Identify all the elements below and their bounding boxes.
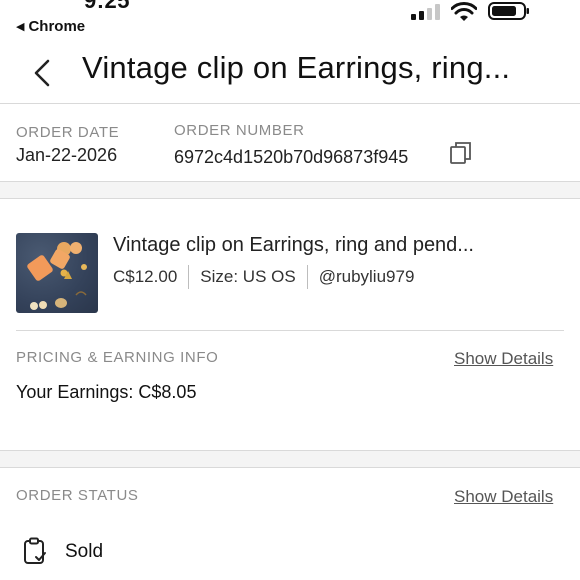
back-to-app-link[interactable]: ◀ Chrome — [16, 18, 85, 35]
back-triangle-icon: ◀ — [16, 21, 25, 33]
status-show-details-link[interactable]: Show Details — [454, 487, 553, 507]
clipboard-check-icon — [24, 537, 46, 564]
order-number-label: ORDER NUMBER — [174, 122, 305, 139]
cellular-signal-icon — [411, 4, 440, 20]
jewelry-photo-image — [27, 242, 87, 310]
divider — [0, 103, 580, 104]
divider — [0, 467, 580, 468]
status-time: 9:25 — [84, 0, 131, 13]
pricing-show-details-link[interactable]: Show Details — [454, 349, 553, 369]
battery-icon — [488, 2, 529, 20]
seller-username[interactable]: @rubyliu979 — [319, 267, 415, 287]
item-thumbnail[interactable] — [16, 233, 98, 313]
back-app-label: Chrome — [28, 18, 86, 35]
page-title: Vintage clip on Earrings, ring... — [82, 50, 511, 85]
order-status-label: ORDER STATUS — [16, 487, 139, 504]
pricing-label: PRICING & EARNING INFO — [16, 349, 219, 366]
divider — [0, 198, 580, 199]
order-status-value: Sold — [65, 541, 104, 562]
item-title[interactable]: Vintage clip on Earrings, ring and pend.… — [113, 234, 474, 257]
meta-separator — [188, 265, 190, 289]
divider — [16, 330, 564, 331]
earnings-value: Your Earnings: C$8.05 — [16, 382, 197, 402]
copy-icon[interactable] — [449, 141, 473, 165]
back-chevron-icon[interactable] — [30, 58, 58, 88]
item-price: C$12.00 — [113, 267, 178, 286]
item-size: Size: US OS — [200, 267, 296, 286]
order-number-value: 6972c4d1520b70d96873f945 — [174, 147, 409, 167]
order-date-value: Jan-22-2026 — [16, 145, 118, 165]
meta-separator — [306, 265, 308, 289]
item-meta: C$12.00 Size: US OS @rubyliu979 — [113, 265, 414, 289]
order-date-label: ORDER DATE — [16, 124, 120, 141]
section-spacer — [0, 451, 580, 467]
wifi-icon — [451, 2, 477, 21]
section-spacer — [0, 182, 580, 198]
